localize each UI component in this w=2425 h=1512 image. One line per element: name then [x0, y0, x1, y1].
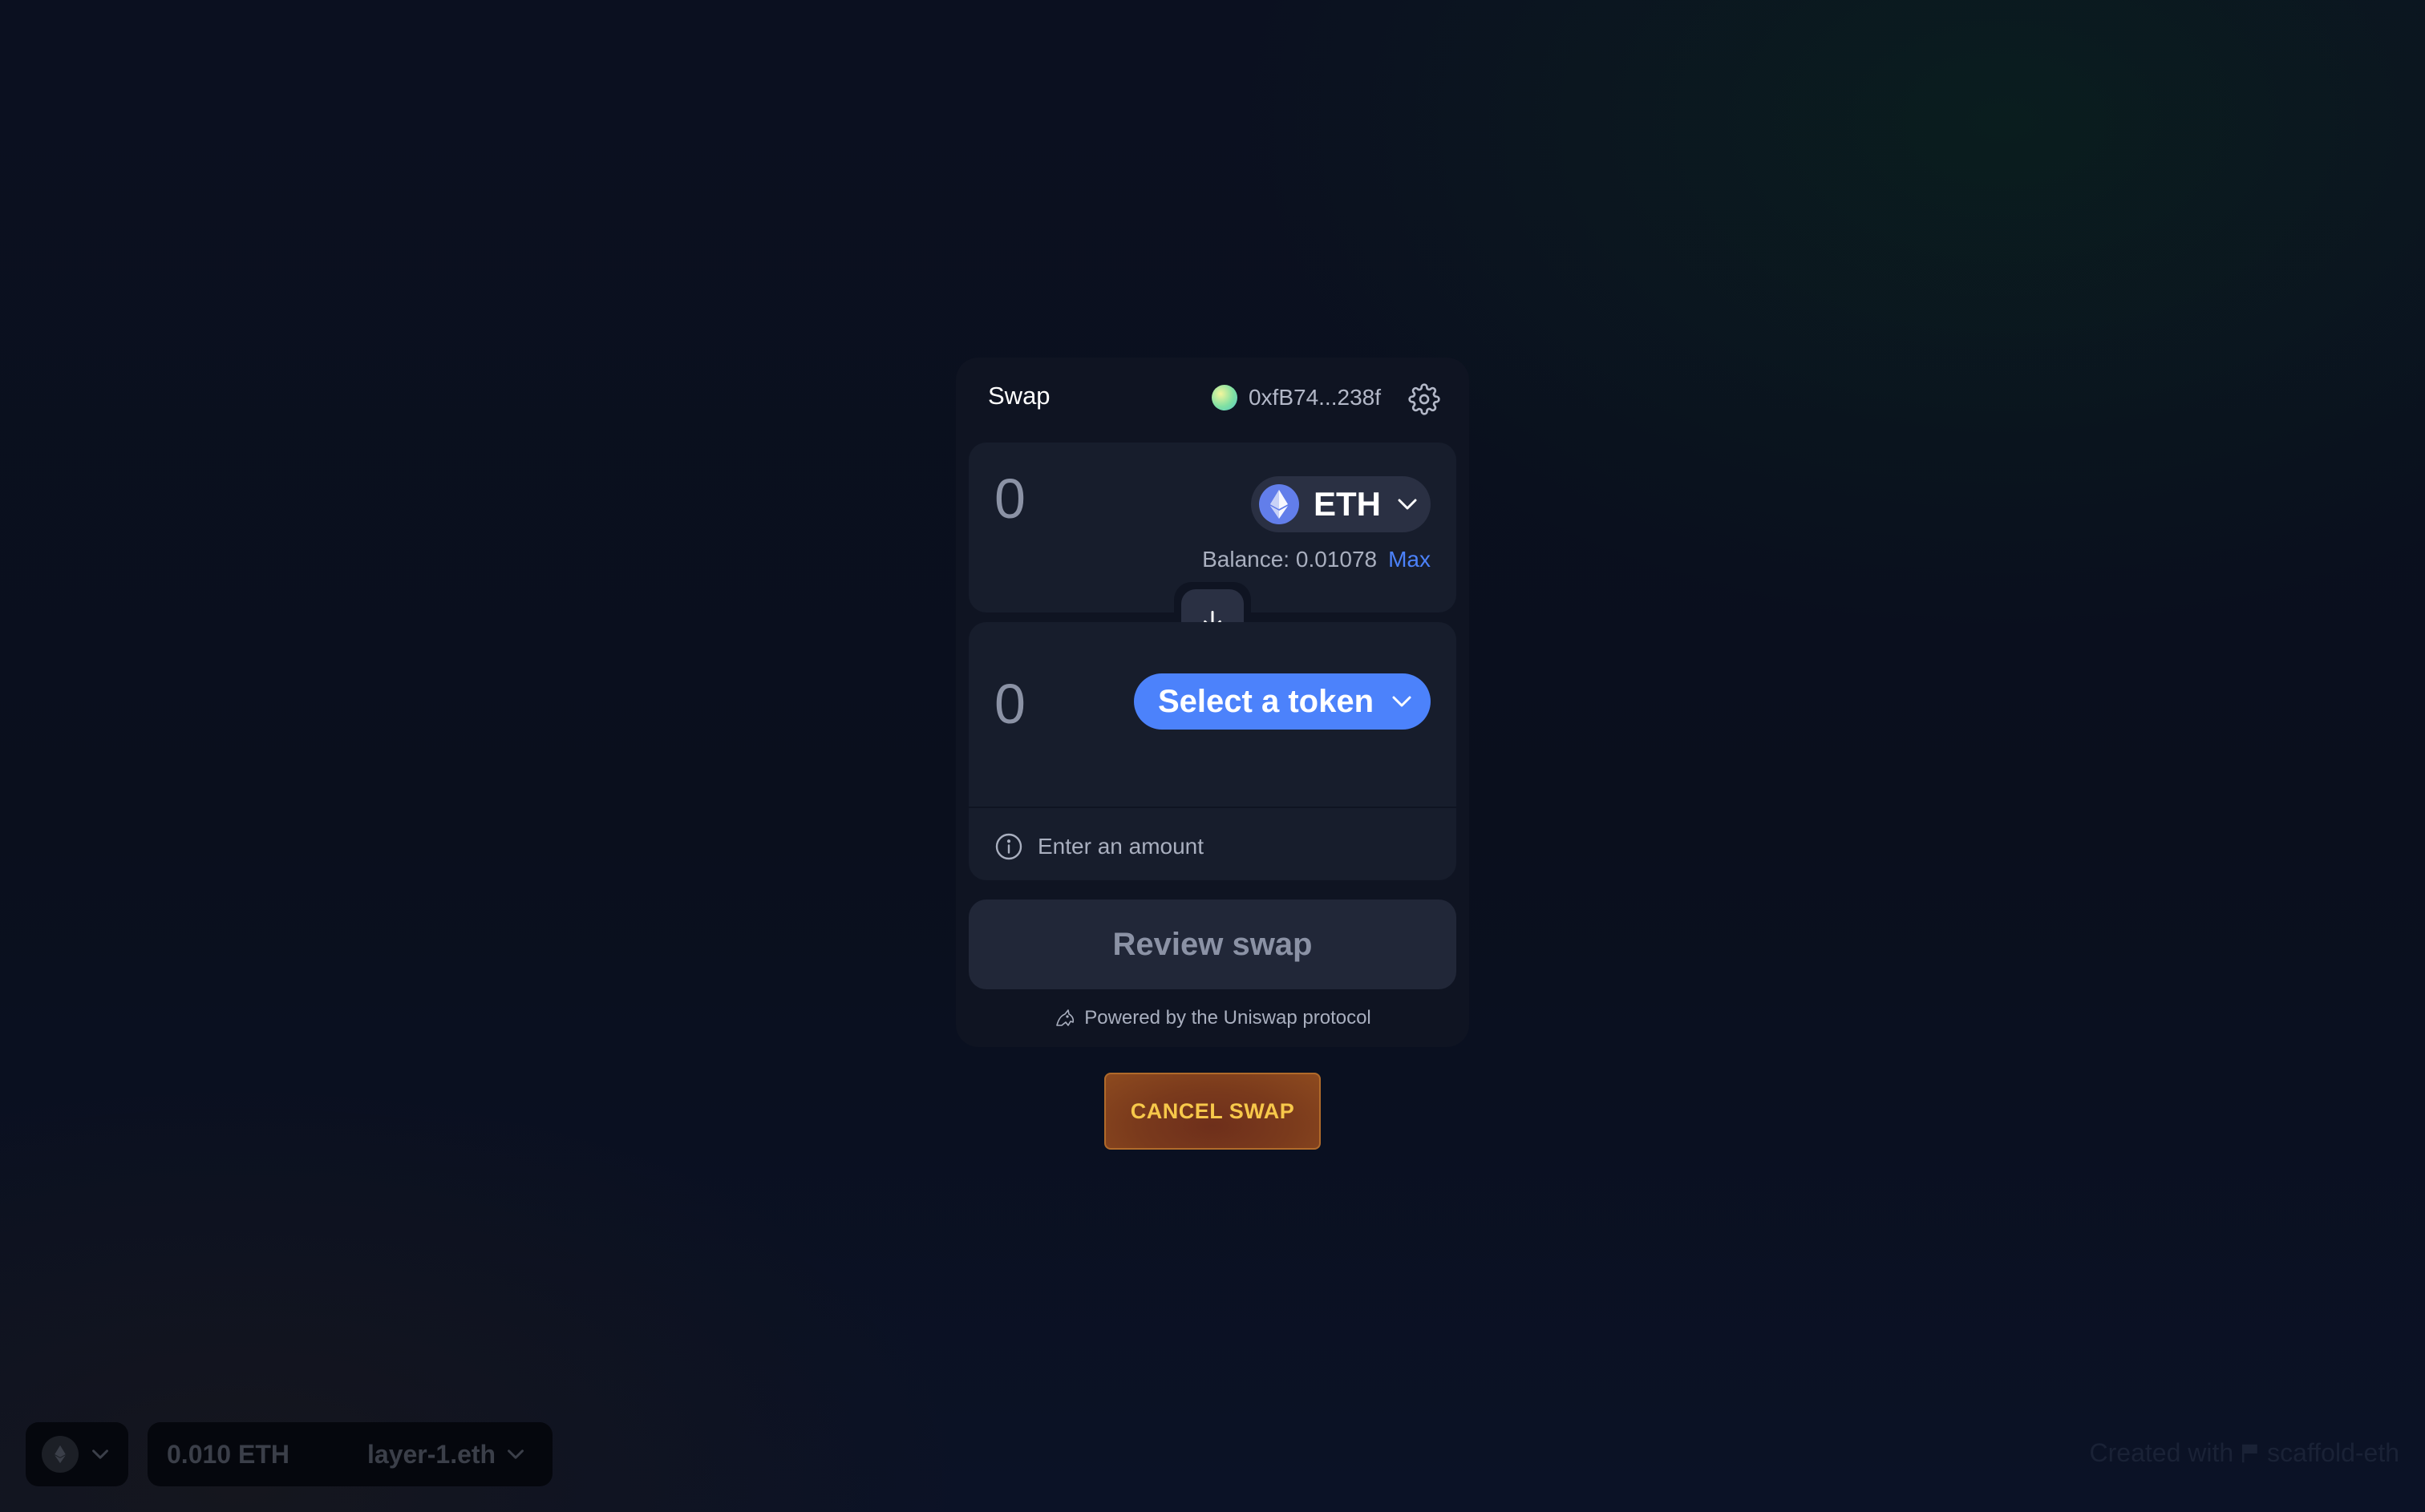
swap-title: Swap: [988, 382, 1051, 410]
input-amount-field[interactable]: [994, 467, 1171, 531]
scaffold-eth-link[interactable]: scaffold-eth: [2267, 1438, 2399, 1468]
account-button[interactable]: 0xfB74...238f: [1211, 385, 1381, 410]
cancel-swap-button[interactable]: CANCEL SWAP: [1104, 1073, 1321, 1150]
unicorn-icon: [1056, 1009, 1075, 1026]
max-button[interactable]: Max: [1388, 547, 1431, 572]
balance-row: Balance: 0.01078 Max: [1202, 547, 1431, 572]
select-token-label: Select a token: [1158, 683, 1374, 719]
wallet-bar: 0.010 ETH layer-1.eth: [148, 1422, 553, 1486]
review-swap-label: Review swap: [1112, 926, 1313, 962]
wallet-ens-name: layer-1.eth: [367, 1439, 496, 1469]
wallet-balance: 0.010 ETH: [167, 1439, 289, 1469]
ethereum-icon: [42, 1436, 79, 1473]
info-text: Enter an amount: [1038, 834, 1204, 859]
info-icon: [995, 833, 1022, 860]
wallet-account-button[interactable]: layer-1.eth: [367, 1440, 524, 1470]
flag-icon: [2242, 1444, 2257, 1462]
chevron-down-icon: [1398, 499, 1417, 510]
settings-button[interactable]: [1408, 383, 1440, 415]
gear-icon: [1408, 383, 1440, 415]
created-with: Created with scaffold-eth: [2090, 1438, 2399, 1468]
balance-text: Balance: 0.01078: [1202, 547, 1378, 572]
panel-divider: [969, 807, 1456, 808]
swap-widget: Swap 0xfB74...238f ETH: [956, 358, 1469, 1047]
network-switcher[interactable]: [26, 1422, 128, 1486]
swap-header: Swap 0xfB74...238f: [956, 358, 1469, 438]
ethereum-icon: [1259, 484, 1299, 524]
output-panel: Select a token Enter an amount: [969, 622, 1456, 880]
account-address: 0xfB74...238f: [1248, 385, 1381, 410]
chevron-down-icon: [508, 1449, 524, 1459]
chevron-down-icon: [92, 1449, 108, 1459]
select-token-button[interactable]: Select a token: [1134, 673, 1431, 730]
powered-by: Powered by the Uniswap protocol: [956, 1007, 1469, 1029]
powered-by-text: Powered by the Uniswap protocol: [1084, 1007, 1371, 1029]
account-avatar: [1211, 385, 1237, 410]
input-token-label: ETH: [1314, 485, 1381, 523]
input-token-select[interactable]: ETH: [1251, 476, 1431, 532]
chevron-down-icon: [1392, 696, 1411, 707]
info-row: Enter an amount: [994, 832, 1204, 861]
cancel-swap-label: CANCEL SWAP: [1130, 1098, 1295, 1123]
created-with-prefix: Created with: [2089, 1438, 2234, 1467]
review-swap-button[interactable]: Review swap: [969, 900, 1456, 989]
